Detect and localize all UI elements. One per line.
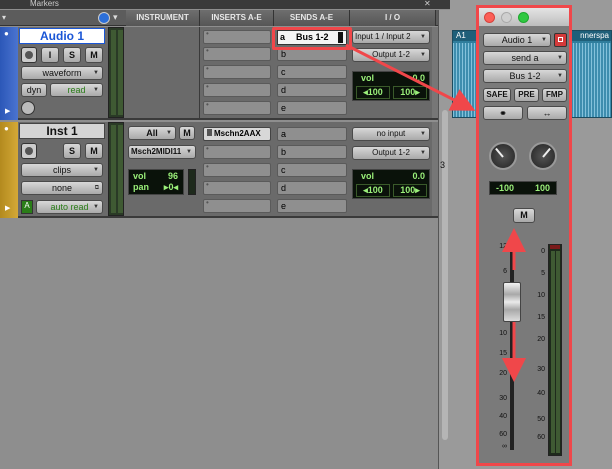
annotation-arrows <box>345 43 526 382</box>
arrow-send-to-window <box>345 43 476 111</box>
